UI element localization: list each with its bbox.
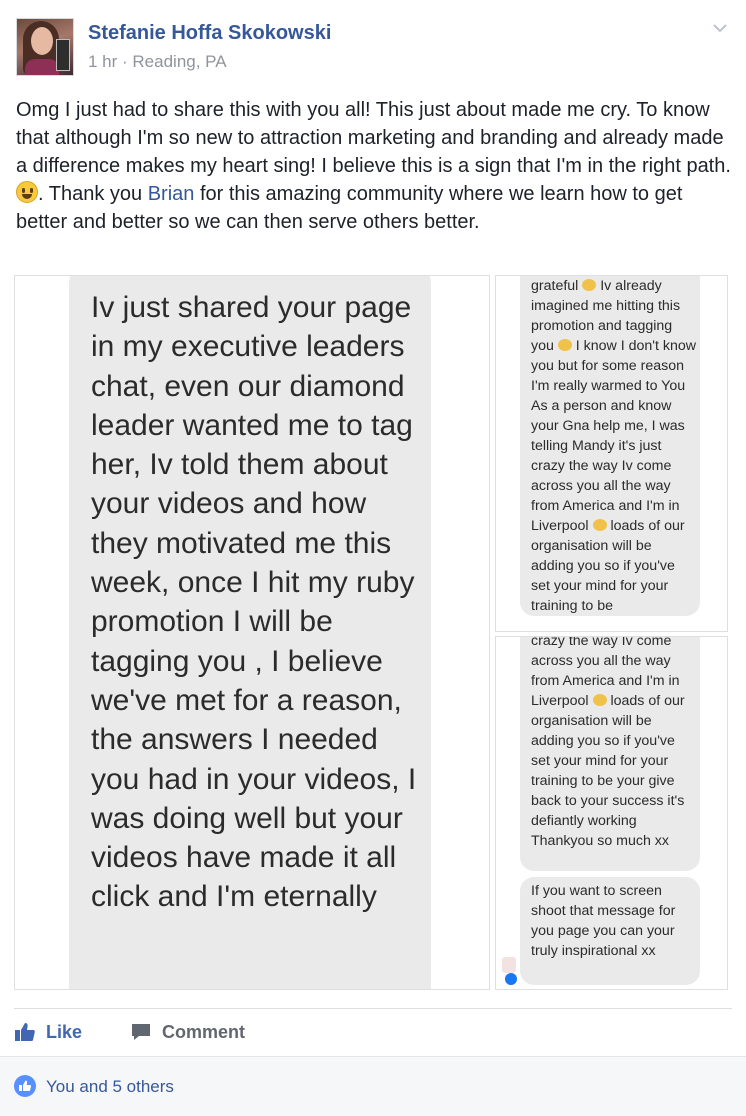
top-text-1: grateful [531,278,583,294]
monkey-emoji-icon [592,694,607,706]
photo-main[interactable]: Iv just shared your page in my executive… [14,275,490,990]
author-name[interactable]: Stefanie Hoffa Skokowski [88,22,331,45]
post-text-part2: . Thank you [38,183,148,205]
photo-top-right[interactable]: grateful Iv already imagined me hitting … [495,275,728,632]
chevron-down-icon[interactable] [710,18,730,38]
photo-grid: Iv just shared your page in my executive… [14,275,728,990]
photo-bottom-right[interactable]: crazy the way Iv come across you all the… [495,636,728,990]
avatar-book [56,39,70,71]
smiley-emoji-icon [16,181,38,203]
monkey-emoji-icon [592,519,607,531]
like-button[interactable]: Like [14,1020,82,1044]
comment-button[interactable]: Comment [130,1020,245,1044]
author-avatar[interactable] [16,18,74,76]
blush-emoji-icon [557,339,572,351]
comment-icon [132,1024,150,1040]
post-header: Stefanie Hoffa Skokowski 1 hr · Reading,… [0,0,746,90]
meta-separator: · [117,52,133,71]
post-actions: Like Comment [14,1010,732,1054]
avatar-face [31,27,53,55]
mention-link[interactable]: Brian [148,183,195,205]
top-text-3: I know I don't know you but for some rea… [531,338,696,534]
reactions-summary[interactable]: You and 5 others [46,1077,174,1097]
post-location[interactable]: Reading, PA [132,52,226,71]
message-text: Iv just shared your page in my executive… [91,291,417,914]
like-label: Like [46,1021,83,1042]
thumbs-up-icon [19,1080,32,1091]
message-text-top: grateful Iv already imagined me hitting … [531,276,696,616]
messenger-badge-icon [505,973,517,985]
post-text: Omg I just had to share this with you al… [16,96,732,236]
reply-text: If you want to screen shoot that message… [531,883,676,959]
post-time[interactable]: 1 hr [88,52,117,71]
sender-avatar [502,957,516,973]
message-text-bottom: crazy the way Iv come across you all the… [531,637,696,851]
praying-hands-icon [582,279,597,291]
post-meta: 1 hr · Reading, PA [88,52,227,72]
like-reaction-icon [14,1075,36,1097]
reactions-bar[interactable]: You and 5 others [0,1056,746,1116]
comment-label: Comment [162,1021,246,1042]
bottom-text-2: loads of our organisation will be adding… [531,693,685,849]
thumbs-up-icon [15,1023,35,1041]
actions-divider [14,1008,732,1009]
avatar-shirt [25,59,59,75]
post-text-part1: Omg I just had to share this with you al… [16,99,731,177]
